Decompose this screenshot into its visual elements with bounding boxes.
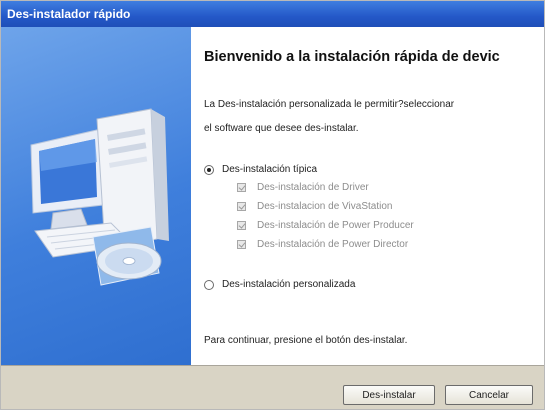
custom-uninstall-label: Des-instalación personalizada: [222, 279, 356, 290]
custom-uninstall-radio[interactable]: [204, 279, 214, 290]
window-title: Des-instalador rápido: [7, 7, 131, 21]
uninstall-button[interactable]: Des-instalar: [343, 385, 435, 405]
typical-uninstall-label: Des-instalación típica: [222, 164, 318, 175]
typical-uninstall-option[interactable]: Des-instalación típica: [204, 164, 317, 175]
welcome-heading: Bienvenido a la instalación rápida de de…: [204, 49, 500, 65]
driver-checkbox: [237, 183, 246, 192]
vivastation-checkbox: [237, 202, 246, 211]
uninstaller-window: Des-instalador rápido Bienvenido a la in…: [0, 0, 545, 410]
power-director-checkbox: [237, 240, 246, 249]
driver-component-item: Des-instalación de Driver: [237, 182, 369, 193]
power-producer-checkbox: [237, 221, 246, 230]
left-illustration-panel: [1, 27, 191, 365]
power-producer-component-item: Des-instalación de Power Producer: [237, 220, 414, 231]
driver-component-label: Des-instalación de Driver: [257, 182, 369, 193]
cancel-button[interactable]: Cancelar: [445, 385, 533, 405]
title-bar[interactable]: Des-instalador rápido: [1, 1, 544, 27]
vivastation-component-label: Des-instalacion de VivaStation: [257, 201, 393, 212]
description-line-2: el software que desee des-instalar.: [204, 123, 359, 134]
power-producer-component-label: Des-instalación de Power Producer: [257, 220, 414, 231]
vivastation-component-item: Des-instalacion de VivaStation: [237, 201, 392, 212]
power-director-component-label: Des-instalación de Power Director: [257, 239, 409, 250]
custom-uninstall-option[interactable]: Des-instalación personalizada: [204, 279, 355, 290]
power-director-component-item: Des-instalación de Power Director: [237, 239, 408, 250]
continue-instruction: Para continuar, presione el botón des-in…: [204, 335, 408, 346]
description-line-1: La Des-instalación personalizada le perm…: [204, 99, 455, 110]
computer-with-disc-icon: [30, 108, 169, 286]
typical-uninstall-radio[interactable]: [204, 164, 214, 175]
